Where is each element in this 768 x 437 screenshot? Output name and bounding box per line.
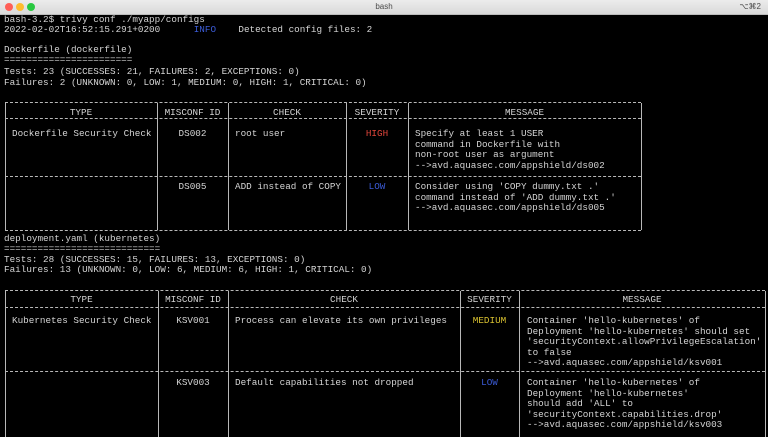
column-header-severity: SEVERITY [467, 294, 512, 305]
column-header-message: MESSAGE [622, 294, 662, 305]
log-level: INFO [193, 24, 217, 35]
message-line: Container 'hello-kubernetes' of [527, 315, 700, 326]
column-header-misconf-id: MISCONF ID [164, 107, 221, 118]
column-header-check: CHECK [273, 107, 301, 118]
log-timestamp: 2022-02-02T16:52:15.291+0200 [4, 24, 161, 35]
failures-summary: Failures: 2 (UNKNOWN: 0, LOW: 1, MEDIUM:… [4, 77, 367, 88]
type-cell: Kubernetes Security Check [12, 315, 152, 326]
section-underline: ============================ [4, 243, 161, 254]
message-link[interactable]: -->avd.aquasec.com/appshield/ds005 [415, 202, 605, 213]
misconf-id-cell: KSV003 [176, 377, 210, 388]
misconf-id-cell: DS002 [178, 128, 207, 139]
message-line: non-root user as argument [415, 149, 555, 160]
check-cell: Process can elevate its own privileges [235, 315, 448, 326]
severity-badge: MEDIUM [472, 315, 507, 326]
message-line: Consider using 'COPY dummy.txt .' [415, 181, 600, 192]
tests-summary: Tests: 23 (SUCCESSES: 21, FAILURES: 2, E… [4, 66, 300, 77]
window-shortcut: ⌥⌘2 [739, 2, 761, 11]
check-cell: ADD instead of COPY [235, 181, 342, 192]
column-header-type: TYPE [70, 294, 93, 305]
message-line: 'securityContext.allowPrivilegeEscalatio… [527, 336, 762, 347]
column-header-misconf-id: MISCONF ID [165, 294, 221, 305]
log-message: Detected config files: 2 [238, 24, 373, 35]
message-link[interactable]: -->avd.aquasec.com/appshield/ksv001 [527, 357, 722, 368]
failures-summary: Failures: 13 (UNKNOWN: 0, LOW: 6, MEDIUM… [4, 264, 373, 275]
column-header-severity: SEVERITY [354, 107, 400, 118]
check-cell: Default capabilities not dropped [235, 377, 414, 388]
title-bar: bash ⌥⌘2 [0, 0, 768, 15]
message-link[interactable]: -->avd.aquasec.com/appshield/ksv003 [527, 419, 722, 430]
column-header-type: TYPE [69, 107, 93, 118]
type-cell: Dockerfile Security Check [12, 128, 152, 139]
log-line: 2022-02-02T16:52:15.291+0200 INFO Detect… [4, 24, 373, 35]
message-line: Container 'hello-kubernetes' of [527, 377, 700, 388]
message-link[interactable]: -->avd.aquasec.com/appshield/ds002 [415, 160, 605, 171]
severity-badge: LOW [368, 181, 386, 192]
check-cell: root user [235, 128, 286, 139]
misconf-id-cell: KSV001 [176, 315, 210, 326]
message-line: Specify at least 1 USER [415, 128, 544, 139]
severity-badge: HIGH [365, 128, 389, 139]
column-header-message: MESSAGE [504, 107, 545, 118]
terminal-window: bash ⌥⌘2 bash-3.2$ trivy conf ./myapp/co… [0, 0, 768, 437]
window-title: bash [375, 2, 393, 11]
message-line: should add 'ALL' to [527, 398, 634, 409]
misconf-id-cell: DS005 [178, 181, 207, 192]
severity-badge: LOW [481, 377, 498, 388]
terminal-output[interactable]: bash-3.2$ trivy conf ./myapp/configs 202… [0, 14, 768, 437]
section-underline: ======================= [4, 54, 133, 65]
column-header-check: CHECK [330, 294, 358, 305]
